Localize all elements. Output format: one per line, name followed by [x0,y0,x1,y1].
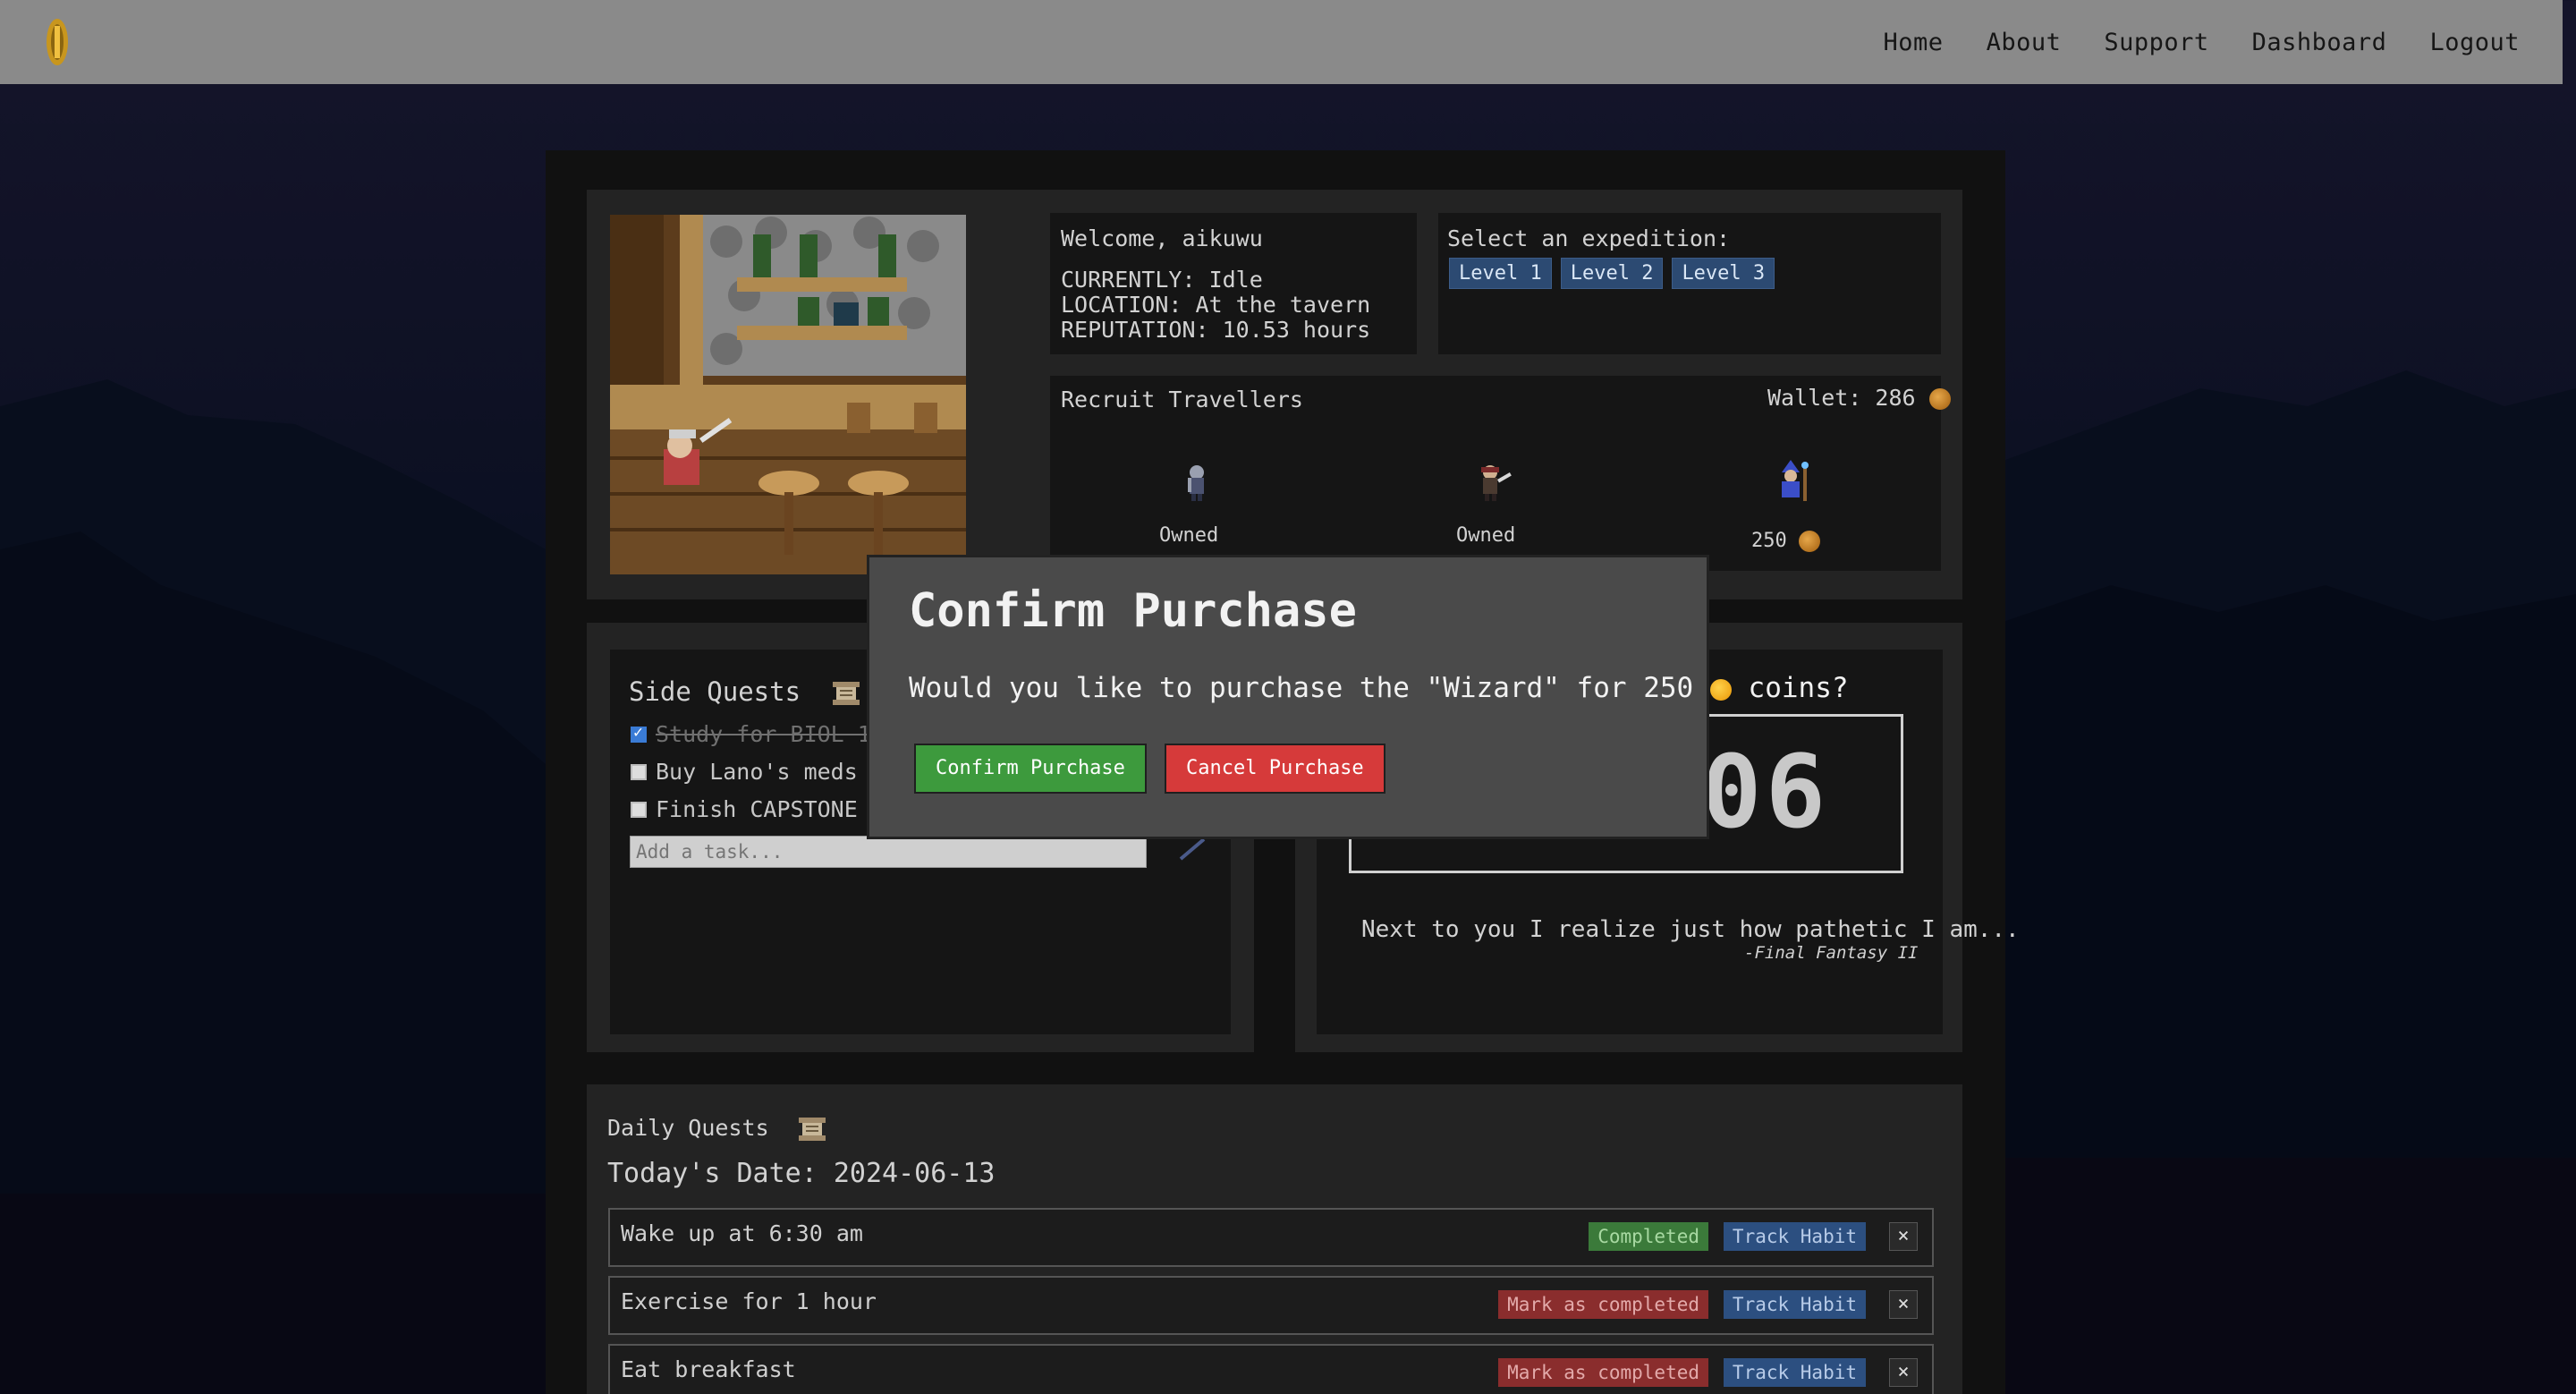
confirm-purchase-button[interactable]: Confirm Purchase [914,744,1147,794]
daily-quest-row: Exercise for 1 hour Mark as completed Tr… [608,1276,1934,1335]
coin-icon [1709,678,1732,701]
add-task-input[interactable] [630,836,1147,868]
nav-about-link[interactable]: About [1987,29,2062,56]
scroll-icon [798,1118,826,1141]
wizard-price: 250 [1751,530,1820,552]
task-checkbox[interactable] [631,801,647,818]
modal-message: Would you like to purchase the "Wizard" … [909,672,1849,704]
expedition-level-2-button[interactable]: Level 2 [1560,258,1664,289]
mark-completed-button[interactable]: Mark as completed [1498,1290,1708,1319]
cancel-purchase-button[interactable]: Cancel Purchase [1165,744,1385,794]
timer-digits: 06 [1701,735,1829,851]
expedition-level-1-button[interactable]: Level 1 [1449,258,1552,289]
nav-links: Home About Support Dashboard Logout [1884,29,2520,56]
coin-icon [1928,388,1951,410]
confirm-purchase-modal: Confirm Purchase Would you like to purch… [867,555,1849,839]
quote-source: -Final Fantasy II [1744,943,1919,963]
task-label: Study for BIOL 10 [656,721,885,747]
remove-quest-button[interactable]: × [1889,1358,1918,1387]
reputation-value: REPUTATION: 10.53 hours [1061,317,1371,343]
welcome-text: Welcome, aikuwu [1061,225,1263,251]
modal-text-before: Would you like to purchase the "Wizard" … [909,672,1694,704]
daily-quests-heading: Daily Quests [607,1115,827,1143]
side-quest-item[interactable]: Study for BIOL 10 [631,721,885,747]
wallet-display: Wallet: 286 [1767,385,1951,411]
modal-title: Confirm Purchase [909,584,1357,638]
task-label: Finish CAPSTONE F [656,796,885,822]
side-quest-item[interactable]: Buy Lano's meds f [631,759,885,785]
coin-icon [1799,531,1820,552]
quest-label: Eat breakfast [621,1356,796,1382]
current-location: LOCATION: At the tavern [1061,292,1371,318]
daily-quests-title: Daily Quests [607,1115,769,1141]
daily-quest-row: Wake up at 6:30 am Completed Track Habit… [608,1208,1934,1267]
scroll-icon [832,682,860,705]
coin-logo-icon[interactable] [43,15,72,69]
quill-icon[interactable] [1177,836,1208,863]
navbar: Home About Support Dashboard Logout [0,0,2563,84]
task-label: Buy Lano's meds f [656,759,885,785]
task-checkbox[interactable] [631,723,647,743]
quest-label: Wake up at 6:30 am [621,1220,863,1246]
wizard-sprite-icon[interactable] [1773,460,1816,503]
nav-logout-link[interactable]: Logout [2429,29,2520,56]
quote-text: Next to you I realize just how pathetic … [1361,916,2020,943]
track-habit-button[interactable]: Track Habit [1723,1290,1866,1319]
modal-text-after: coins? [1748,672,1849,704]
current-activity: CURRENTLY: Idle [1061,267,1263,293]
expedition-label: Select an expedition: [1447,225,1731,251]
nav-home-link[interactable]: Home [1884,29,1944,56]
knight-sprite-icon[interactable] [1175,460,1218,503]
track-habit-button[interactable]: Track Habit [1723,1358,1866,1387]
nav-support-link[interactable]: Support [2104,29,2208,56]
expedition-levels: Level 1 Level 2 Level 3 [1449,258,1784,289]
traveller-1-status: Owned [1159,524,1219,547]
side-quests-heading: Side Quests [629,676,861,707]
mark-completed-button[interactable]: Mark as completed [1498,1358,1708,1387]
track-habit-button[interactable]: Track Habit [1723,1222,1866,1251]
completed-badge[interactable]: Completed [1589,1222,1708,1251]
daily-quest-row: Eat breakfast Mark as completed Track Ha… [608,1344,1934,1394]
side-quest-item[interactable]: Finish CAPSTONE F [631,796,885,822]
side-quests-title: Side Quests [629,676,801,707]
traveller-2-status: Owned [1456,524,1516,547]
task-checkbox[interactable] [631,763,647,780]
quest-label: Exercise for 1 hour [621,1288,877,1314]
rogue-sprite-icon[interactable] [1472,460,1515,503]
remove-quest-button[interactable]: × [1889,1222,1918,1251]
expedition-level-3-button[interactable]: Level 3 [1672,258,1775,289]
wallet-amount: Wallet: 286 [1767,385,1916,411]
remove-quest-button[interactable]: × [1889,1290,1918,1319]
tavern-portrait [610,215,966,574]
todays-date: Today's Date: 2024-06-13 [607,1158,996,1189]
wizard-price-value: 250 [1751,530,1787,552]
nav-dashboard-link[interactable]: Dashboard [2252,29,2387,56]
recruit-title: Recruit Travellers [1061,387,1303,412]
